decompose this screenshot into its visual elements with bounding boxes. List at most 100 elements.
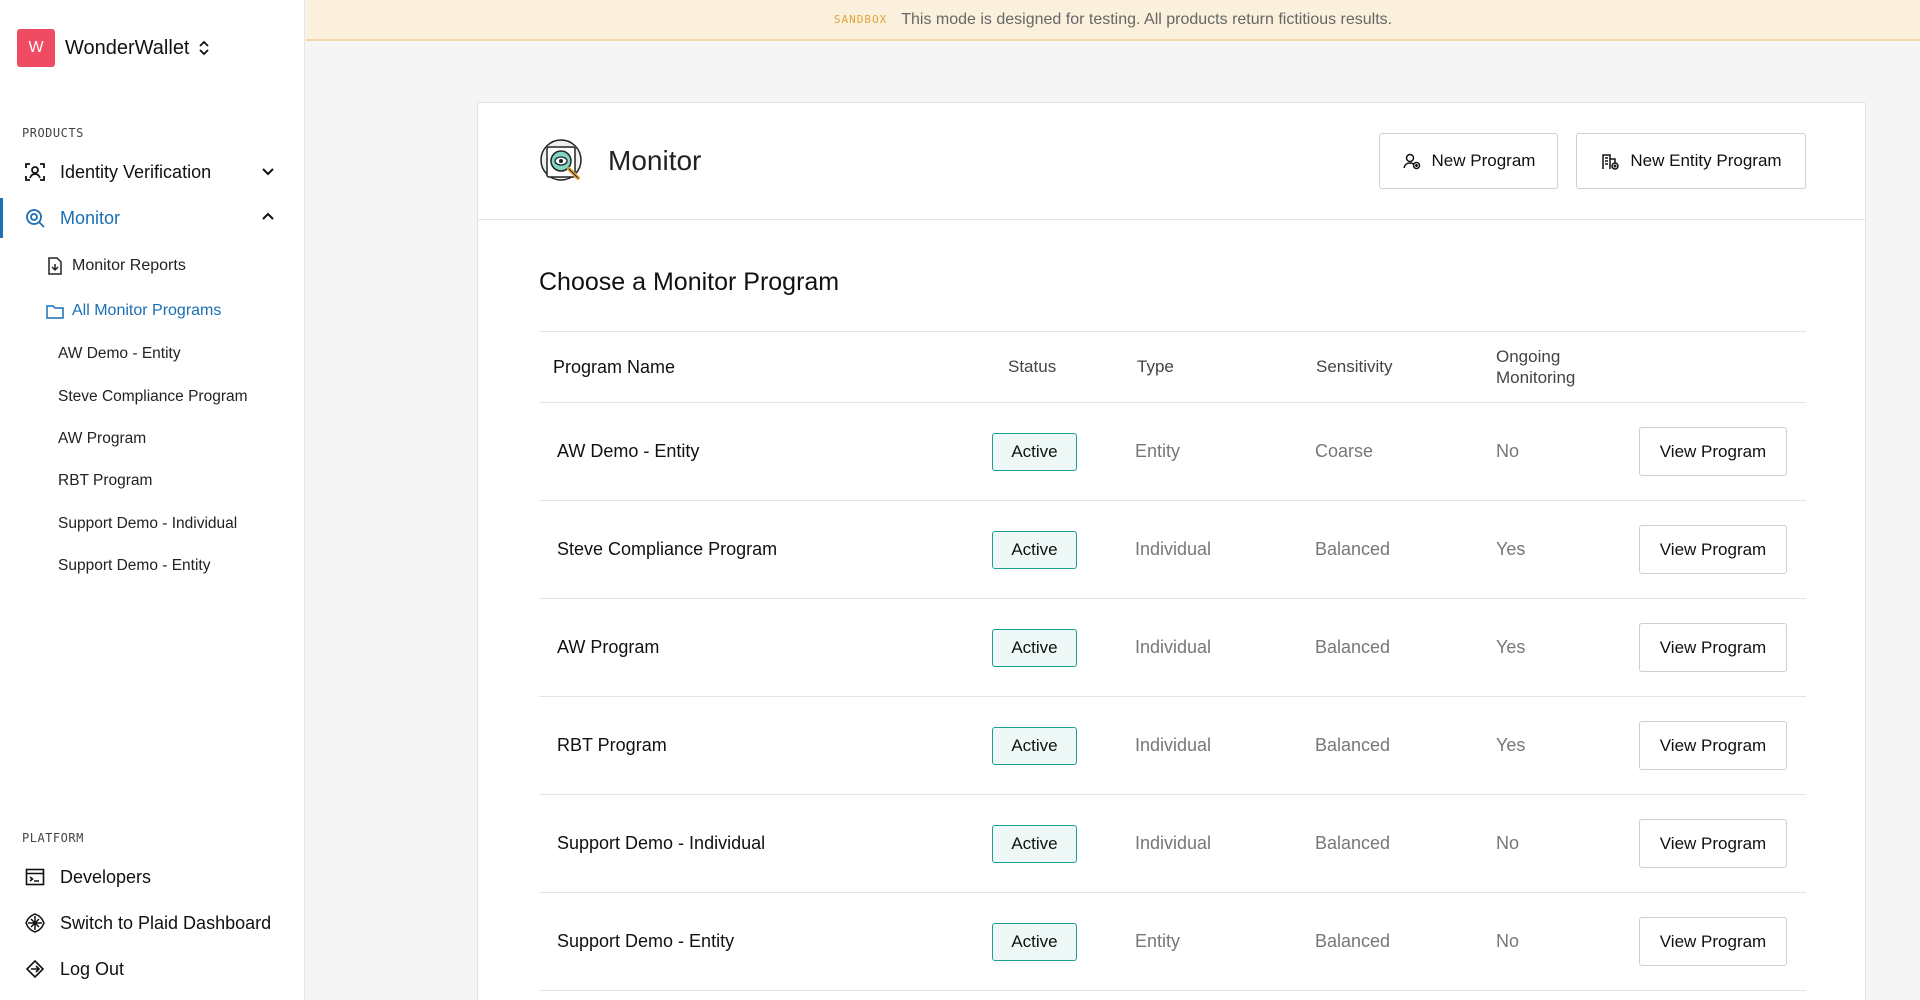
sidebar-program-item[interactable]: Steve Compliance Program xyxy=(58,383,248,411)
org-switcher[interactable]: W WonderWallet xyxy=(17,29,210,67)
monitor-product-icon xyxy=(537,137,587,187)
column-program-name: Program Name xyxy=(553,357,676,377)
program-type: Individual xyxy=(1135,735,1212,755)
nav-identity-verification-label: Identity Verification xyxy=(60,161,212,182)
page-title: Monitor xyxy=(608,145,702,176)
column-type: Type xyxy=(1137,357,1174,376)
nav-monitor-reports[interactable]: Monitor Reports xyxy=(46,251,186,281)
program-ongoing: Yes xyxy=(1496,735,1526,755)
status-badge: Active xyxy=(992,923,1077,961)
table-row: Support Demo - Individual Active Individ… xyxy=(539,795,1806,893)
program-name: Support Demo - Individual xyxy=(557,833,766,853)
program-name: AW Demo - Entity xyxy=(557,441,700,461)
table-row: Steve Compliance Program Active Individu… xyxy=(539,501,1806,599)
sandbox-tag: SANDBOX xyxy=(833,13,888,26)
view-program-button[interactable]: View Program xyxy=(1639,525,1787,574)
table-row: Support Demo - Entity Active Entity Bala… xyxy=(539,893,1806,991)
program-ongoing: No xyxy=(1496,833,1520,853)
table-row: RBT Program Active Individual Balanced Y… xyxy=(539,697,1806,795)
view-program-button[interactable]: View Program xyxy=(1639,819,1787,868)
program-sensitivity: Balanced xyxy=(1315,931,1391,951)
view-program-button[interactable]: View Program xyxy=(1639,917,1787,966)
platform-section-label: PLATFORM xyxy=(22,831,84,845)
program-sensitivity: Coarse xyxy=(1315,441,1374,461)
program-ongoing: Yes xyxy=(1496,637,1526,657)
program-sensitivity: Balanced xyxy=(1315,637,1391,657)
sidebar-program-item[interactable]: AW Program xyxy=(58,425,146,453)
new-entity-program-button[interactable]: New Entity Program xyxy=(1576,133,1806,189)
sidebar-program-item[interactable]: RBT Program xyxy=(58,467,152,495)
program-type: Individual xyxy=(1135,637,1212,657)
nav-monitor-label: Monitor xyxy=(60,207,121,228)
nav-monitor[interactable]: Monitor xyxy=(0,198,304,238)
status-badge: Active xyxy=(992,727,1077,765)
chevron-up-down-icon xyxy=(198,39,210,57)
nav-identity-verification[interactable]: Identity Verification xyxy=(0,152,304,192)
program-name: Support Demo - Entity xyxy=(557,931,735,951)
program-type: Individual xyxy=(1135,539,1212,559)
sidebar: W WonderWallet PRODUCTS Identity Verific… xyxy=(0,0,305,1000)
sandbox-banner: SANDBOX This mode is designed for testin… xyxy=(306,0,1920,41)
column-monitoring: Monitoring xyxy=(1496,368,1576,387)
new-program-button[interactable]: New Program xyxy=(1379,133,1558,189)
products-section-label: PRODUCTS xyxy=(22,126,84,140)
table-header: Program Name Status Type Sensitivity Ong… xyxy=(539,331,1806,403)
org-name: WonderWallet xyxy=(65,36,190,59)
status-badge: Active xyxy=(992,531,1077,569)
sidebar-program-item[interactable]: Support Demo - Individual xyxy=(58,510,237,538)
program-type: Entity xyxy=(1135,931,1181,951)
new-program-label: New Program xyxy=(1431,151,1536,170)
sidebar-program-item[interactable]: AW Demo - Entity xyxy=(58,340,181,368)
status-badge: Active xyxy=(992,433,1077,471)
chevron-up-icon xyxy=(260,209,276,230)
program-type: Individual xyxy=(1135,833,1212,853)
status-badge: Active xyxy=(992,629,1077,667)
building-add-icon xyxy=(1600,151,1620,171)
status-badge: Active xyxy=(992,825,1077,863)
face-scan-icon xyxy=(24,161,46,183)
table-row: AW Demo - Entity Active Entity Coarse No… xyxy=(539,403,1806,501)
column-sensitivity: Sensitivity xyxy=(1316,357,1393,376)
column-status: Status xyxy=(1008,357,1057,376)
nav-switch-dashboard[interactable]: Switch to Plaid Dashboard xyxy=(0,903,304,943)
nav-developers[interactable]: Developers xyxy=(0,857,304,897)
column-ongoing: Ongoing xyxy=(1496,347,1561,366)
nav-developers-label: Developers xyxy=(60,866,152,887)
nav-switch-dashboard-label: Switch to Plaid Dashboard xyxy=(60,912,272,933)
log-out-icon xyxy=(24,958,46,980)
report-download-icon xyxy=(46,257,64,275)
program-name: AW Program xyxy=(557,637,660,657)
nav-log-out[interactable]: Log Out xyxy=(0,949,304,989)
nav-log-out-label: Log Out xyxy=(60,958,125,979)
nav-all-monitor-programs-label: All Monitor Programs xyxy=(72,302,222,319)
section-title: Choose a Monitor Program xyxy=(539,268,840,296)
program-name: Steve Compliance Program xyxy=(557,539,778,559)
program-name: RBT Program xyxy=(557,735,667,755)
program-ongoing: Yes xyxy=(1496,539,1526,559)
sandbox-message: This mode is designed for testing. All p… xyxy=(901,10,1393,28)
card-header: Monitor New Program New Entity Program xyxy=(478,103,1865,220)
plaid-logo-icon xyxy=(24,912,46,934)
monitor-search-icon xyxy=(24,207,46,229)
program-sensitivity: Balanced xyxy=(1315,833,1391,853)
nav-monitor-reports-label: Monitor Reports xyxy=(72,257,186,274)
view-program-button[interactable]: View Program xyxy=(1639,721,1787,770)
chevron-down-icon xyxy=(260,163,276,184)
program-ongoing: No xyxy=(1496,931,1520,951)
programs-table: Program Name Status Type Sensitivity Ong… xyxy=(539,331,1806,991)
monitor-card: Monitor New Program New Entity Program C… xyxy=(477,102,1866,1000)
new-entity-program-label: New Entity Program xyxy=(1630,151,1782,170)
program-sensitivity: Balanced xyxy=(1315,735,1391,755)
sidebar-program-item[interactable]: Support Demo - Entity xyxy=(58,552,210,580)
table-row: AW Program Active Individual Balanced Ye… xyxy=(539,599,1806,697)
nav-all-monitor-programs[interactable]: All Monitor Programs xyxy=(46,296,221,326)
view-program-button[interactable]: View Program xyxy=(1639,427,1787,476)
program-ongoing: No xyxy=(1496,441,1520,461)
user-add-icon xyxy=(1402,151,1422,171)
program-sensitivity: Balanced xyxy=(1315,539,1391,559)
folder-icon xyxy=(46,302,64,320)
view-program-button[interactable]: View Program xyxy=(1639,623,1787,672)
terminal-icon xyxy=(24,866,46,888)
org-avatar: W xyxy=(17,29,55,67)
program-type: Entity xyxy=(1135,441,1181,461)
